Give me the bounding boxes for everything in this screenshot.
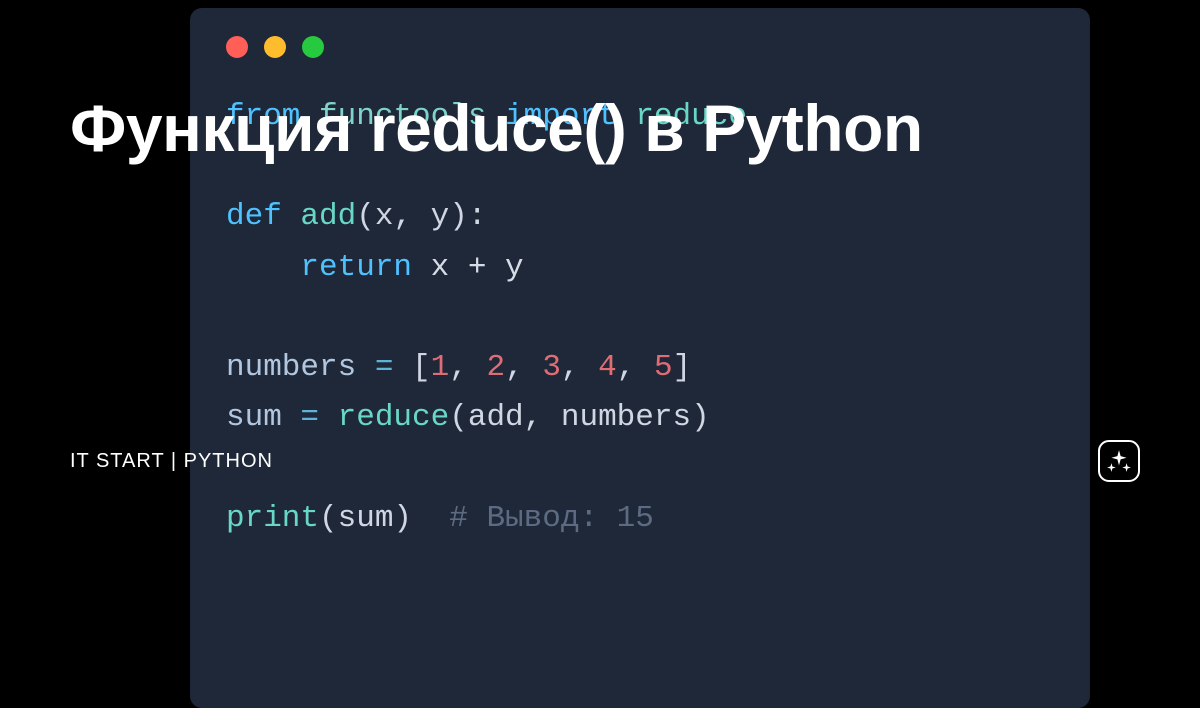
call-reduce: reduce — [338, 400, 450, 435]
var-sum: sum — [226, 400, 282, 435]
print-args: (sum) — [319, 501, 412, 536]
comment-output: # Вывод: 15 — [449, 501, 654, 536]
num-1: 1 — [431, 350, 450, 385]
assign-op: = — [356, 350, 412, 385]
call-args: (add, numbers) — [449, 400, 709, 435]
maximize-icon — [302, 36, 324, 58]
keyword-return: return — [300, 250, 412, 285]
num-3: 3 — [542, 350, 561, 385]
minimize-icon — [264, 36, 286, 58]
assign-op: = — [282, 400, 338, 435]
num-5: 5 — [654, 350, 673, 385]
bracket-open: [ — [412, 350, 431, 385]
var-numbers: numbers — [226, 350, 356, 385]
close-icon — [226, 36, 248, 58]
num-2: 2 — [486, 350, 505, 385]
num-4: 4 — [598, 350, 617, 385]
page-title: Функция reduce() в Python — [70, 90, 923, 166]
call-print: print — [226, 501, 319, 536]
return-expr: x + y — [412, 250, 524, 285]
function-name: add — [300, 199, 356, 234]
colon: : — [468, 199, 487, 234]
channel-name: IT START | PYTHON — [70, 450, 273, 473]
bracket-close: ] — [673, 350, 692, 385]
params: (x, y) — [356, 199, 468, 234]
window-controls — [226, 36, 1054, 58]
sparkle-icon — [1098, 440, 1140, 482]
keyword-def: def — [226, 199, 282, 234]
